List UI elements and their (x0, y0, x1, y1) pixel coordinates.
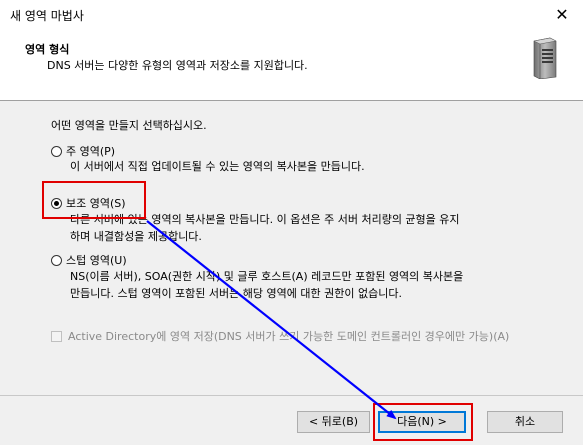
ad-integrated-checkbox[interactable] (51, 331, 62, 342)
window-title: 새 영역 마법사 (10, 9, 84, 23)
next-button[interactable]: 다음(N) > (378, 411, 466, 433)
stub-zone-description: NS(이름 서버), SOA(권한 시작) 및 글루 호스트(A) 레코드만 포… (70, 268, 463, 302)
stub-zone-desc-line: NS(이름 서버), SOA(권한 시작) 및 글루 호스트(A) 레코드만 포… (70, 270, 464, 283)
zone-type-prompt: 어떤 영역을 만들지 선택하십시오. (51, 119, 207, 132)
stub-zone-option[interactable]: 스텁 영역(U) (51, 252, 127, 268)
primary-zone-label[interactable]: 주 영역(P) (66, 143, 115, 159)
primary-zone-desc-line: 이 서버에서 직접 업데이트될 수 있는 영역의 복사본을 만듭니다. (70, 160, 365, 173)
button-divider (0, 395, 583, 396)
stub-zone-radio[interactable] (51, 254, 62, 266)
back-button[interactable]: < 뒤로(B) (297, 411, 370, 433)
secondary-zone-label[interactable]: 보조 영역(S) (66, 195, 126, 211)
stub-zone-label[interactable]: 스텁 영역(U) (66, 252, 127, 268)
server-icon (533, 37, 557, 79)
close-icon[interactable]: ✕ (548, 4, 576, 26)
wizard-header: 영역 형식 DNS 서버는 다양한 유형의 영역과 저장소를 지원합니다. (0, 30, 583, 101)
secondary-zone-radio[interactable] (51, 197, 62, 209)
cancel-button[interactable]: 취소 (487, 411, 563, 433)
primary-zone-option[interactable]: 주 영역(P) (51, 143, 115, 159)
title-bar: 새 영역 마법사 ✕ (0, 0, 583, 30)
annotation-arrow-line (146, 220, 397, 420)
secondary-zone-option[interactable]: 보조 영역(S) (51, 195, 126, 211)
primary-zone-radio[interactable] (51, 145, 62, 157)
ad-integrated-label: Active Directory에 영역 저장(DNS 서버가 쓰기 가능한 도… (68, 330, 510, 343)
secondary-zone-desc-line: 다른 서버에 있는 영역의 복사본을 만듭니다. 이 옵션은 주 서버 처리량의… (70, 213, 460, 226)
secondary-zone-description: 다른 서버에 있는 영역의 복사본을 만듭니다. 이 옵션은 주 서버 처리량의… (70, 211, 460, 245)
page-title: 영역 형식 (25, 43, 70, 56)
primary-zone-description: 이 서버에서 직접 업데이트될 수 있는 영역의 복사본을 만듭니다. (70, 158, 365, 175)
ad-integrated-option[interactable]: Active Directory에 영역 저장(DNS 서버가 쓰기 가능한 도… (51, 329, 538, 344)
page-subtitle: DNS 서버는 다양한 유형의 영역과 저장소를 지원합니다. (47, 59, 308, 72)
secondary-zone-desc-line: 하며 내결함성을 제공합니다. (70, 230, 202, 243)
stub-zone-desc-line: 만듭니다. 스텁 영역이 포함된 서버는 해당 영역에 대한 권한이 없습니다. (70, 287, 402, 300)
